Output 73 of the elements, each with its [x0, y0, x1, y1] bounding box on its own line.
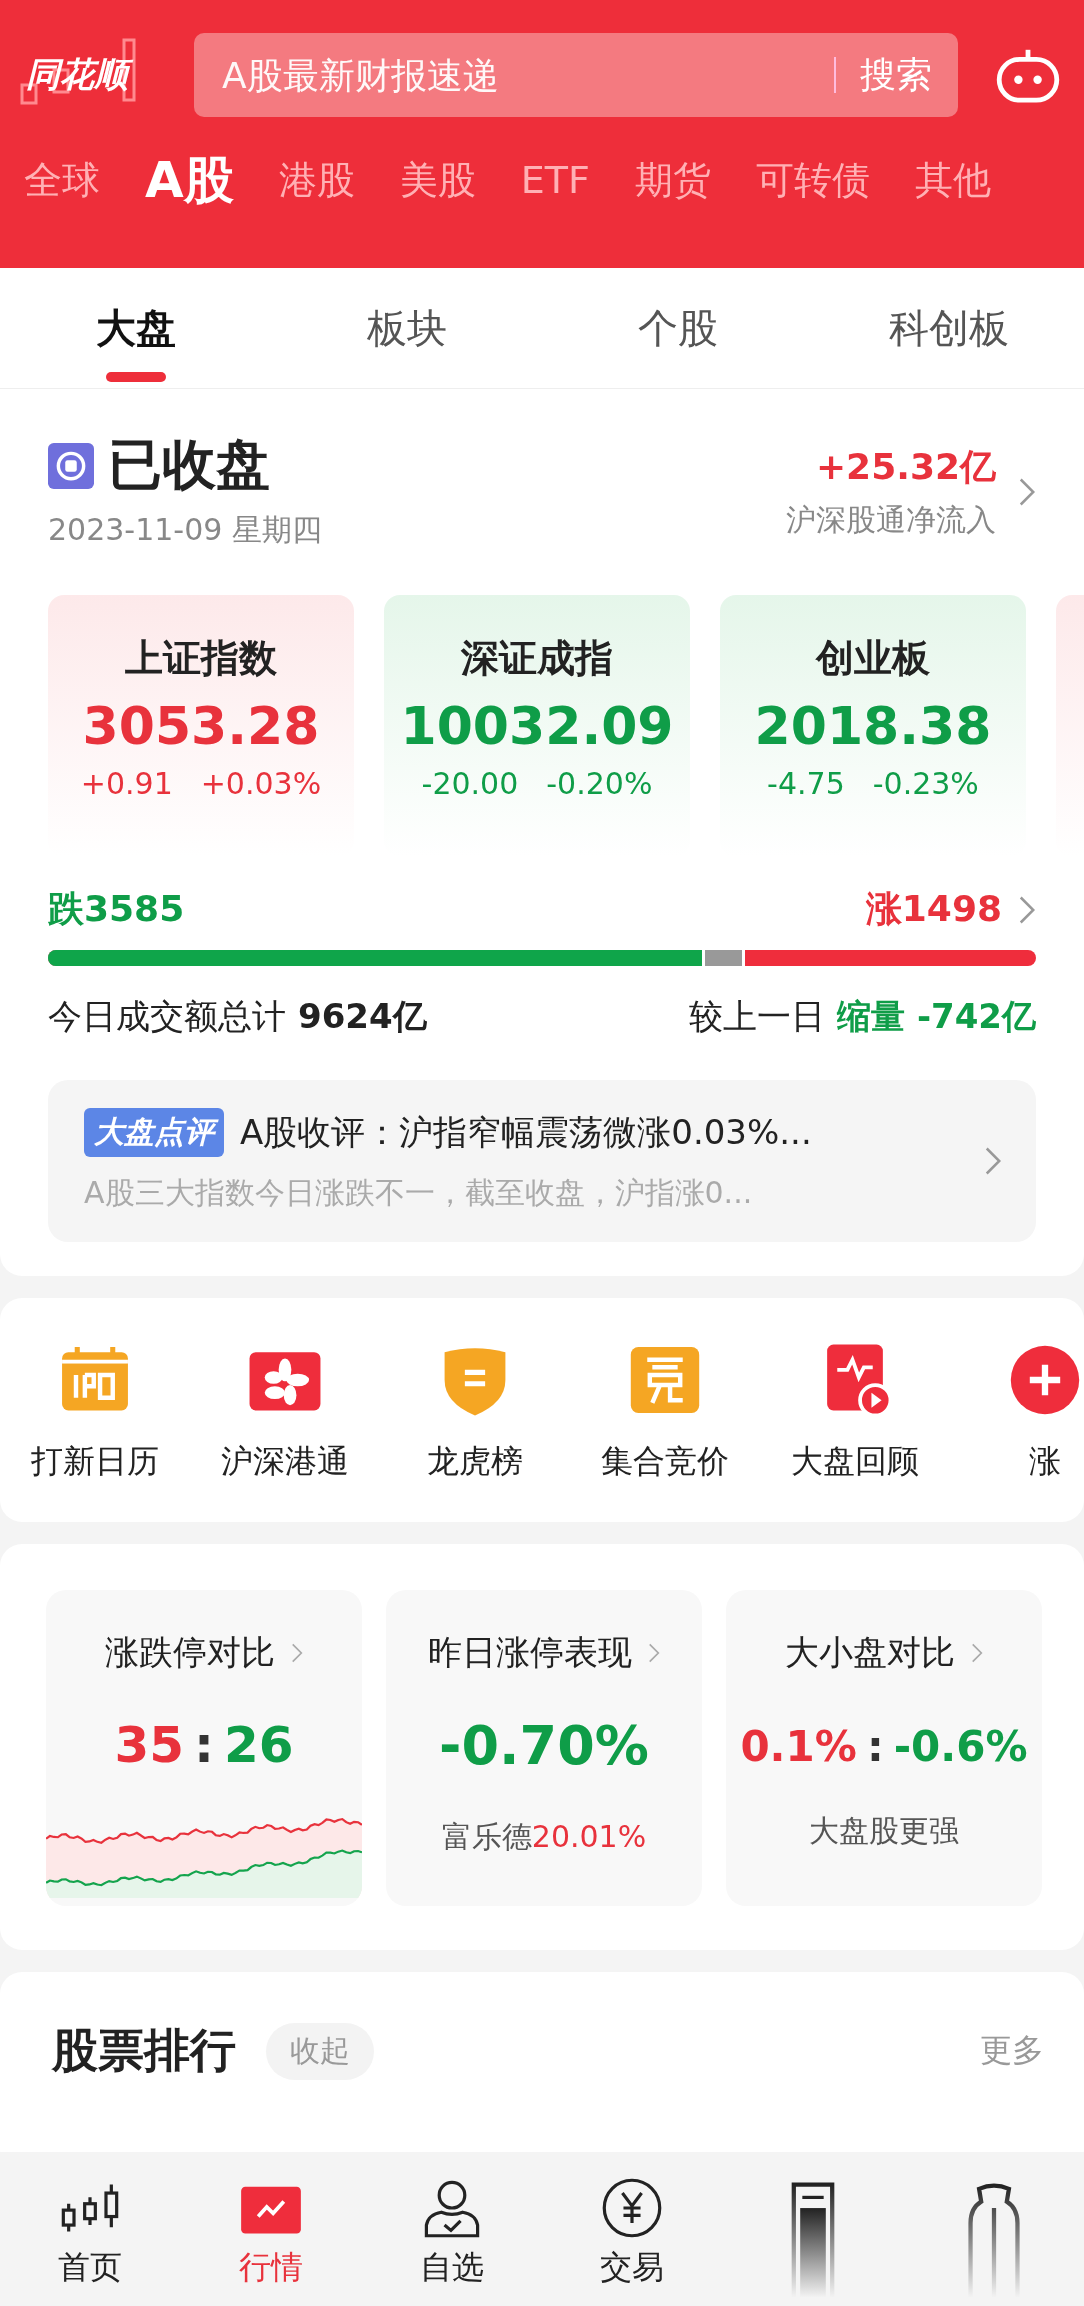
- compare-kind: 缩量: [836, 995, 905, 1038]
- stat-title: 大小盘对比: [785, 1631, 955, 1674]
- chevron-icon[interactable]: [291, 1642, 303, 1664]
- stat-value: -0.70%: [439, 1714, 649, 1777]
- index-name: 创业板: [816, 635, 930, 682]
- stat-up-value: 0.1%: [740, 1722, 857, 1771]
- shortcut-label: 集合竞价: [601, 1441, 729, 1482]
- stat-title: 昨日涨停表现: [428, 1631, 632, 1674]
- stat-up-value: 35: [114, 1716, 184, 1774]
- commentary-summary: A股三大指数今日涨跌不一，截至收盘，沪指涨0...: [84, 1174, 754, 1212]
- commentary-title: A股收评：沪指窄幅震荡微涨0.03%...: [240, 1110, 812, 1154]
- section-title: 股票排行: [52, 2022, 236, 2079]
- commentary-badge: 大盘点评: [84, 1108, 224, 1157]
- closed-status-icon: [48, 442, 94, 489]
- stock-change: 20.01%: [531, 1819, 647, 1854]
- ratio-separator: :: [194, 1716, 214, 1774]
- index-change: +0.91: [80, 766, 173, 801]
- chevron-icon[interactable]: [971, 1642, 983, 1664]
- trade-date: 2023-11-09 星期四: [48, 511, 322, 549]
- index-value: 2018.38: [754, 696, 992, 756]
- index-change: -20.00: [421, 766, 519, 801]
- stat-panel[interactable]: 涨跌停对比 35 : 26: [46, 1590, 362, 1906]
- turnover-label: 今日成交额总计: [48, 995, 286, 1038]
- index-percent: +0.03%: [200, 766, 322, 801]
- shortcut-item[interactable]: 沪深港通: [190, 1342, 380, 1484]
- shortcut-label: 龙虎榜: [427, 1441, 523, 1482]
- compare-value: -742亿: [916, 995, 1036, 1038]
- shortcut-item[interactable]: 涨: [950, 1342, 1084, 1484]
- chevron-icon[interactable]: [648, 1642, 660, 1664]
- nav-tab[interactable]: 自选: [361, 2152, 542, 2306]
- chevron-icon[interactable]: [1018, 894, 1036, 925]
- net-inflow-value: +25.32亿: [814, 445, 996, 489]
- ratio-separator: :: [866, 1722, 884, 1771]
- nav-tab[interactable]: 行情: [180, 2152, 362, 2306]
- sub-tab[interactable]: 个股: [542, 268, 813, 388]
- shortcut-item[interactable]: 打新日历: [0, 1342, 190, 1484]
- turnover-value: 9624亿: [298, 995, 427, 1038]
- index-name: 深证成指: [461, 635, 613, 682]
- stat-title: 涨跌停对比: [105, 1631, 275, 1674]
- chevron-icon[interactable]: [984, 1146, 1002, 1176]
- stat-panel[interactable]: 昨日涨停表现 -0.70% 富乐德20.01%: [386, 1590, 702, 1906]
- stat-down-value: -0.6%: [893, 1722, 1028, 1771]
- index-percent: -0.20%: [546, 766, 653, 801]
- nav-tab[interactable]: 首页: [0, 2152, 181, 2306]
- shortcut-label: 沪深港通: [221, 1441, 349, 1482]
- shortcut-item[interactable]: 龙虎榜: [380, 1342, 570, 1484]
- shortcut-label: 大盘回顾: [791, 1441, 919, 1482]
- net-inflow-label: 沪深股通净流入: [786, 501, 996, 539]
- sub-tab[interactable]: 科创板: [813, 268, 1084, 388]
- stat-down-value: 26: [224, 1716, 294, 1774]
- chevron-icon[interactable]: [1018, 477, 1036, 507]
- stat-note: 大盘股更强: [809, 1812, 959, 1850]
- sub-tab[interactable]: 板块: [271, 268, 542, 388]
- stock-name: 富乐德: [441, 1819, 532, 1854]
- index-percent: -0.23%: [872, 766, 979, 801]
- shortcut-item[interactable]: 集合竞价: [570, 1342, 760, 1484]
- nav-tab[interactable]: 交易: [542, 2152, 723, 2306]
- index-name: 上证指数: [125, 635, 277, 682]
- shortcut-label: 打新日历: [31, 1441, 159, 1482]
- index-change: -4.75: [767, 766, 845, 801]
- commentary-panel[interactable]: 大盘点评 A股收评：沪指窄幅震荡微涨0.03%... A股三大指数今日涨跌不一，截至收盘，沪指涨0...: [48, 1080, 1036, 1242]
- index-value: 10032.09: [400, 696, 674, 756]
- rising-count: 涨1498: [865, 887, 1002, 931]
- compare-label: 较上一日: [688, 995, 825, 1038]
- stat-panel[interactable]: 大小盘对比 0.1% : -0.6% 大盘股更强: [726, 1590, 1042, 1906]
- falling-count: 跌3585: [48, 887, 185, 931]
- shortcut-item[interactable]: 大盘回顾: [760, 1342, 950, 1484]
- shortcut-label: 涨: [1029, 1441, 1061, 1482]
- market-status: 已收盘: [108, 432, 270, 498]
- index-value: 3053.28: [82, 696, 320, 756]
- app-logo[interactable]: 同花顺: [14, 30, 174, 120]
- market-tab[interactable]: A股: [145, 146, 234, 214]
- sub-tab[interactable]: 大盘: [0, 268, 271, 388]
